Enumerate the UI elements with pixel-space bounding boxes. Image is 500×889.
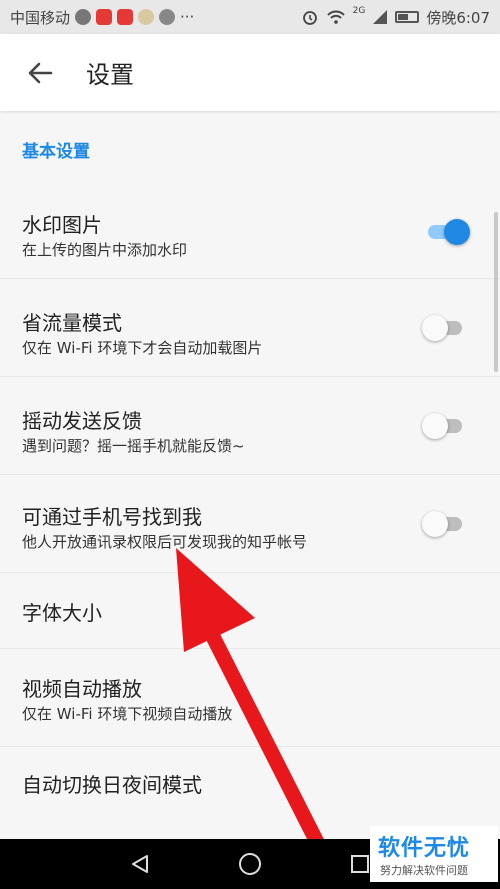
- carrier-label: 中国移动: [10, 8, 71, 27]
- setting-subtitle: 在上传的图片中添加水印: [22, 241, 188, 259]
- app-bar: 设置: [0, 34, 500, 111]
- clock-label: 傍晚6:07: [426, 8, 490, 27]
- shake-feedback-toggle[interactable]: [422, 413, 462, 439]
- setting-subtitle: 仅在 Wi-Fi 环境下才会自动加载图片: [22, 339, 263, 357]
- setting-title: 摇动发送反馈: [22, 409, 142, 433]
- wifi-icon: [326, 10, 345, 24]
- find-by-phone-toggle[interactable]: [422, 511, 462, 537]
- toggle-knob: [422, 413, 448, 439]
- notification-camera-icon: [159, 9, 176, 25]
- status-right: 2G 傍晚6:07: [301, 6, 490, 28]
- network-badge: 2G: [352, 6, 366, 16]
- back-button[interactable]: [20, 53, 60, 93]
- scrollbar[interactable]: [494, 212, 498, 372]
- back-triangle-icon: [132, 855, 148, 873]
- status-left: 中国移动 ···: [10, 7, 194, 28]
- signal-icon: [373, 10, 388, 24]
- battery-icon: [395, 11, 420, 23]
- setting-title: 可通过手机号找到我: [22, 505, 202, 529]
- alarm-icon: [302, 11, 317, 25]
- toggle-knob: [444, 219, 470, 245]
- watermark-subtitle: 努力解决软件问题: [380, 864, 468, 877]
- toggle-knob: [422, 511, 448, 537]
- notification-music-icon: [117, 9, 134, 25]
- nav-back-button[interactable]: [125, 849, 155, 879]
- toggle-knob: [422, 315, 448, 341]
- notification-shield-icon: [138, 9, 155, 25]
- site-watermark: 软件无忧 努力解决软件问题: [370, 826, 498, 882]
- more-notifications: ···: [180, 8, 195, 26]
- status-bar: 中国移动 ··· 2G 傍晚6:07: [0, 0, 500, 34]
- setting-subtitle: 仅在 Wi-Fi 环境下视频自动播放: [22, 705, 233, 723]
- home-circle-icon: [239, 853, 261, 875]
- watermark-title: 软件无忧: [378, 836, 471, 861]
- page-title: 设置: [86, 61, 134, 89]
- section-header: 基本设置: [22, 142, 90, 162]
- recents-square-icon: [351, 855, 369, 873]
- notification-video-icon: [96, 9, 113, 25]
- setting-row-video-autoplay[interactable]: 视频自动播放 仅在 Wi-Fi 环境下视频自动播放: [0, 649, 500, 747]
- setting-title: 省流量模式: [22, 311, 122, 335]
- watermark-toggle[interactable]: [428, 219, 470, 245]
- setting-title: 水印图片: [22, 213, 102, 237]
- setting-title: 视频自动播放: [22, 677, 142, 701]
- data-saver-toggle[interactable]: [422, 315, 462, 341]
- arrow-left-icon: [28, 62, 53, 83]
- setting-title: 自动切换日夜间模式: [22, 773, 202, 797]
- setting-title: 字体大小: [22, 601, 102, 625]
- setting-row-find-by-phone[interactable]: 可通过手机号找到我 他人开放通讯录权限后可发现我的知乎帐号: [0, 475, 500, 573]
- setting-row-shake-feedback[interactable]: 摇动发送反馈 遇到问题？摇一摇手机就能反馈~: [0, 377, 500, 475]
- setting-row-font-size[interactable]: 字体大小: [0, 573, 500, 649]
- setting-row-watermark[interactable]: 水印图片 在上传的图片中添加水印: [0, 181, 500, 279]
- nav-home-button[interactable]: [235, 849, 265, 879]
- notification-app-icon: [75, 9, 92, 25]
- setting-row-data-saver[interactable]: 省流量模式 仅在 Wi-Fi 环境下才会自动加载图片: [0, 279, 500, 377]
- setting-subtitle: 他人开放通讯录权限后可发现我的知乎帐号: [22, 533, 308, 551]
- setting-subtitle: 遇到问题？摇一摇手机就能反馈~: [22, 437, 245, 455]
